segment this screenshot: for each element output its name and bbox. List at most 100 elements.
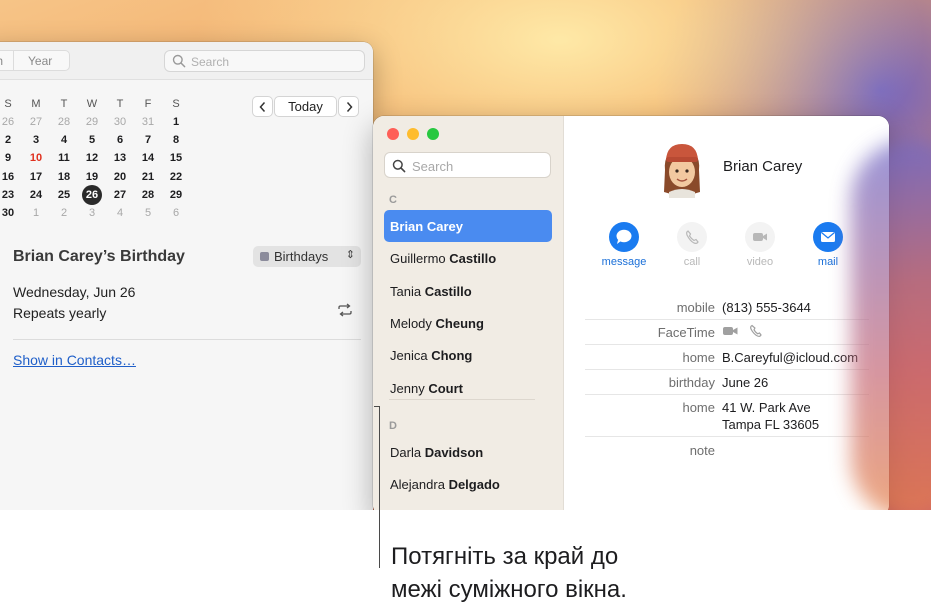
- show-in-contacts-link[interactable]: Show in Contacts…: [13, 352, 136, 368]
- calendar-day[interactable]: 11: [50, 152, 78, 164]
- calendar-day[interactable]: 15: [162, 152, 190, 164]
- contact-list-item[interactable]: Jenica Chong: [384, 339, 552, 371]
- contacts-sidebar: Search C Brian Carey Guillermo Castillo Tan…: [373, 116, 564, 510]
- contact-list-item[interactable]: Alejandra Delgado: [384, 468, 552, 500]
- calendar-day[interactable]: 6: [106, 134, 134, 146]
- contacts-window: Search C Brian Carey Guillermo Castillo Tan…: [373, 116, 889, 510]
- message-action[interactable]: message: [594, 222, 654, 268]
- calendar-day[interactable]: 27: [22, 116, 50, 128]
- calendar-day[interactable]: 3: [78, 207, 106, 219]
- event-divider: [13, 339, 361, 340]
- calendar-day[interactable]: 1: [22, 207, 50, 219]
- field-label-address: home: [682, 400, 715, 415]
- calendar-day[interactable]: 2: [0, 134, 22, 146]
- calendar-day[interactable]: 25: [50, 189, 78, 201]
- field-value-address-line1[interactable]: 41 W. Park Ave: [722, 400, 811, 415]
- contact-last-name: Castillo: [424, 283, 472, 299]
- contact-list-item[interactable]: Guillermo Castillo: [384, 242, 552, 274]
- calendar-day[interactable]: 6: [162, 207, 190, 219]
- calendar-search-field[interactable]: Search: [164, 50, 365, 72]
- call-action[interactable]: call: [662, 222, 722, 268]
- field-value-mobile[interactable]: (813) 555-3644: [722, 300, 811, 315]
- calendar-day[interactable]: 20: [106, 171, 134, 183]
- view-tab-month[interactable]: th: [0, 51, 13, 70]
- contact-last-name: Court: [428, 380, 463, 396]
- section-letter: C: [389, 194, 397, 206]
- calendar-day[interactable]: 10: [22, 152, 50, 164]
- calendar-popup-button[interactable]: Birthdays ⇕: [253, 246, 361, 267]
- calendar-day[interactable]: 30: [0, 207, 22, 219]
- view-tab-year[interactable]: Year: [13, 51, 69, 70]
- close-window-button[interactable]: [387, 128, 399, 140]
- up-down-chevron-icon: ⇕: [345, 249, 355, 261]
- event-date: Wednesday, Jun 26: [13, 284, 136, 300]
- calendar-day[interactable]: 24: [22, 189, 50, 201]
- calendar-day[interactable]: 17: [22, 171, 50, 183]
- caption: Потягніть за край до межі суміжного вікн…: [391, 540, 627, 606]
- field-value-email[interactable]: B.Careyful@icloud.com: [722, 350, 858, 365]
- contact-list-item[interactable]: Tania Castillo: [384, 275, 552, 307]
- calendar-day[interactable]: 30: [106, 116, 134, 128]
- previous-month-button[interactable]: [252, 96, 273, 117]
- message-action-label: message: [601, 256, 647, 268]
- mail-action-label: mail: [817, 256, 839, 268]
- repeat-icon: [338, 303, 352, 317]
- next-month-button[interactable]: [338, 96, 359, 117]
- calendar-day[interactable]: 5: [134, 207, 162, 219]
- chevron-left-icon: [258, 102, 265, 112]
- weekday-header: F: [144, 98, 152, 110]
- calendar-day[interactable]: 9: [0, 152, 22, 164]
- calendar-day[interactable]: 22: [162, 171, 190, 183]
- mail-action[interactable]: mail: [798, 222, 858, 268]
- search-icon: [392, 159, 406, 173]
- selected-day[interactable]: 26: [78, 189, 106, 201]
- call-action-label: call: [683, 256, 701, 268]
- contact-list-item[interactable]: Melody Cheung: [384, 307, 552, 339]
- calendar-day[interactable]: 18: [50, 171, 78, 183]
- calendar-day[interactable]: 8: [162, 134, 190, 146]
- today-button[interactable]: Today: [274, 96, 337, 117]
- calendar-day[interactable]: 7: [134, 134, 162, 146]
- field-value-birthday[interactable]: June 26: [722, 375, 768, 390]
- calendar-day[interactable]: 14: [134, 152, 162, 164]
- contact-first-name: Brian: [390, 219, 424, 234]
- calendar-day[interactable]: 26: [0, 116, 22, 128]
- calendar-day[interactable]: 28: [134, 189, 162, 201]
- facetime-video-icon[interactable]: [722, 324, 739, 338]
- calendar-day[interactable]: 31: [134, 116, 162, 128]
- calendar-day[interactable]: 3: [22, 134, 50, 146]
- contact-list-item[interactable]: Darla Davidson: [384, 436, 552, 468]
- calendar-day[interactable]: 21: [134, 171, 162, 183]
- facetime-audio-icon[interactable]: [749, 324, 763, 338]
- video-action[interactable]: video: [730, 222, 790, 268]
- calendar-day[interactable]: 27: [106, 189, 134, 201]
- calendar-day[interactable]: 2: [50, 207, 78, 219]
- video-action-label: video: [746, 256, 774, 268]
- calendar-day[interactable]: 12: [78, 152, 106, 164]
- desktop-wallpaper: th Year Search SMTWTFS262728293031123456…: [0, 0, 931, 510]
- weekday-header: W: [86, 98, 98, 110]
- calendar-day[interactable]: 29: [162, 189, 190, 201]
- calendar-day[interactable]: 4: [106, 207, 134, 219]
- minimize-window-button[interactable]: [407, 128, 419, 140]
- contact-last-name: Delgado: [448, 477, 500, 493]
- calendar-day[interactable]: 5: [78, 134, 106, 146]
- contact-list-item[interactable]: Brian Carey: [384, 210, 552, 242]
- calendar-day[interactable]: 16: [0, 171, 22, 183]
- field-label-mobile: mobile: [676, 300, 715, 315]
- calendar-day[interactable]: 28: [50, 116, 78, 128]
- calendar-day[interactable]: 23: [0, 189, 22, 201]
- contacts-search-field[interactable]: Search: [384, 152, 551, 178]
- contact-name: Brian Carey: [723, 158, 803, 175]
- calendar-day[interactable]: 13: [106, 152, 134, 164]
- envelope-icon: [813, 222, 843, 252]
- section-letter: D: [389, 419, 397, 432]
- field-value-address-line2[interactable]: Tampa FL 33605: [722, 417, 819, 432]
- calendar-day[interactable]: 19: [78, 171, 106, 183]
- calendar-day[interactable]: 29: [78, 116, 106, 128]
- zoom-window-button[interactable]: [427, 128, 439, 140]
- message-bubble-icon: [609, 222, 639, 252]
- calendar-day[interactable]: 4: [50, 134, 78, 146]
- calendar-day[interactable]: 1: [162, 116, 190, 128]
- video-camera-icon: [745, 222, 775, 252]
